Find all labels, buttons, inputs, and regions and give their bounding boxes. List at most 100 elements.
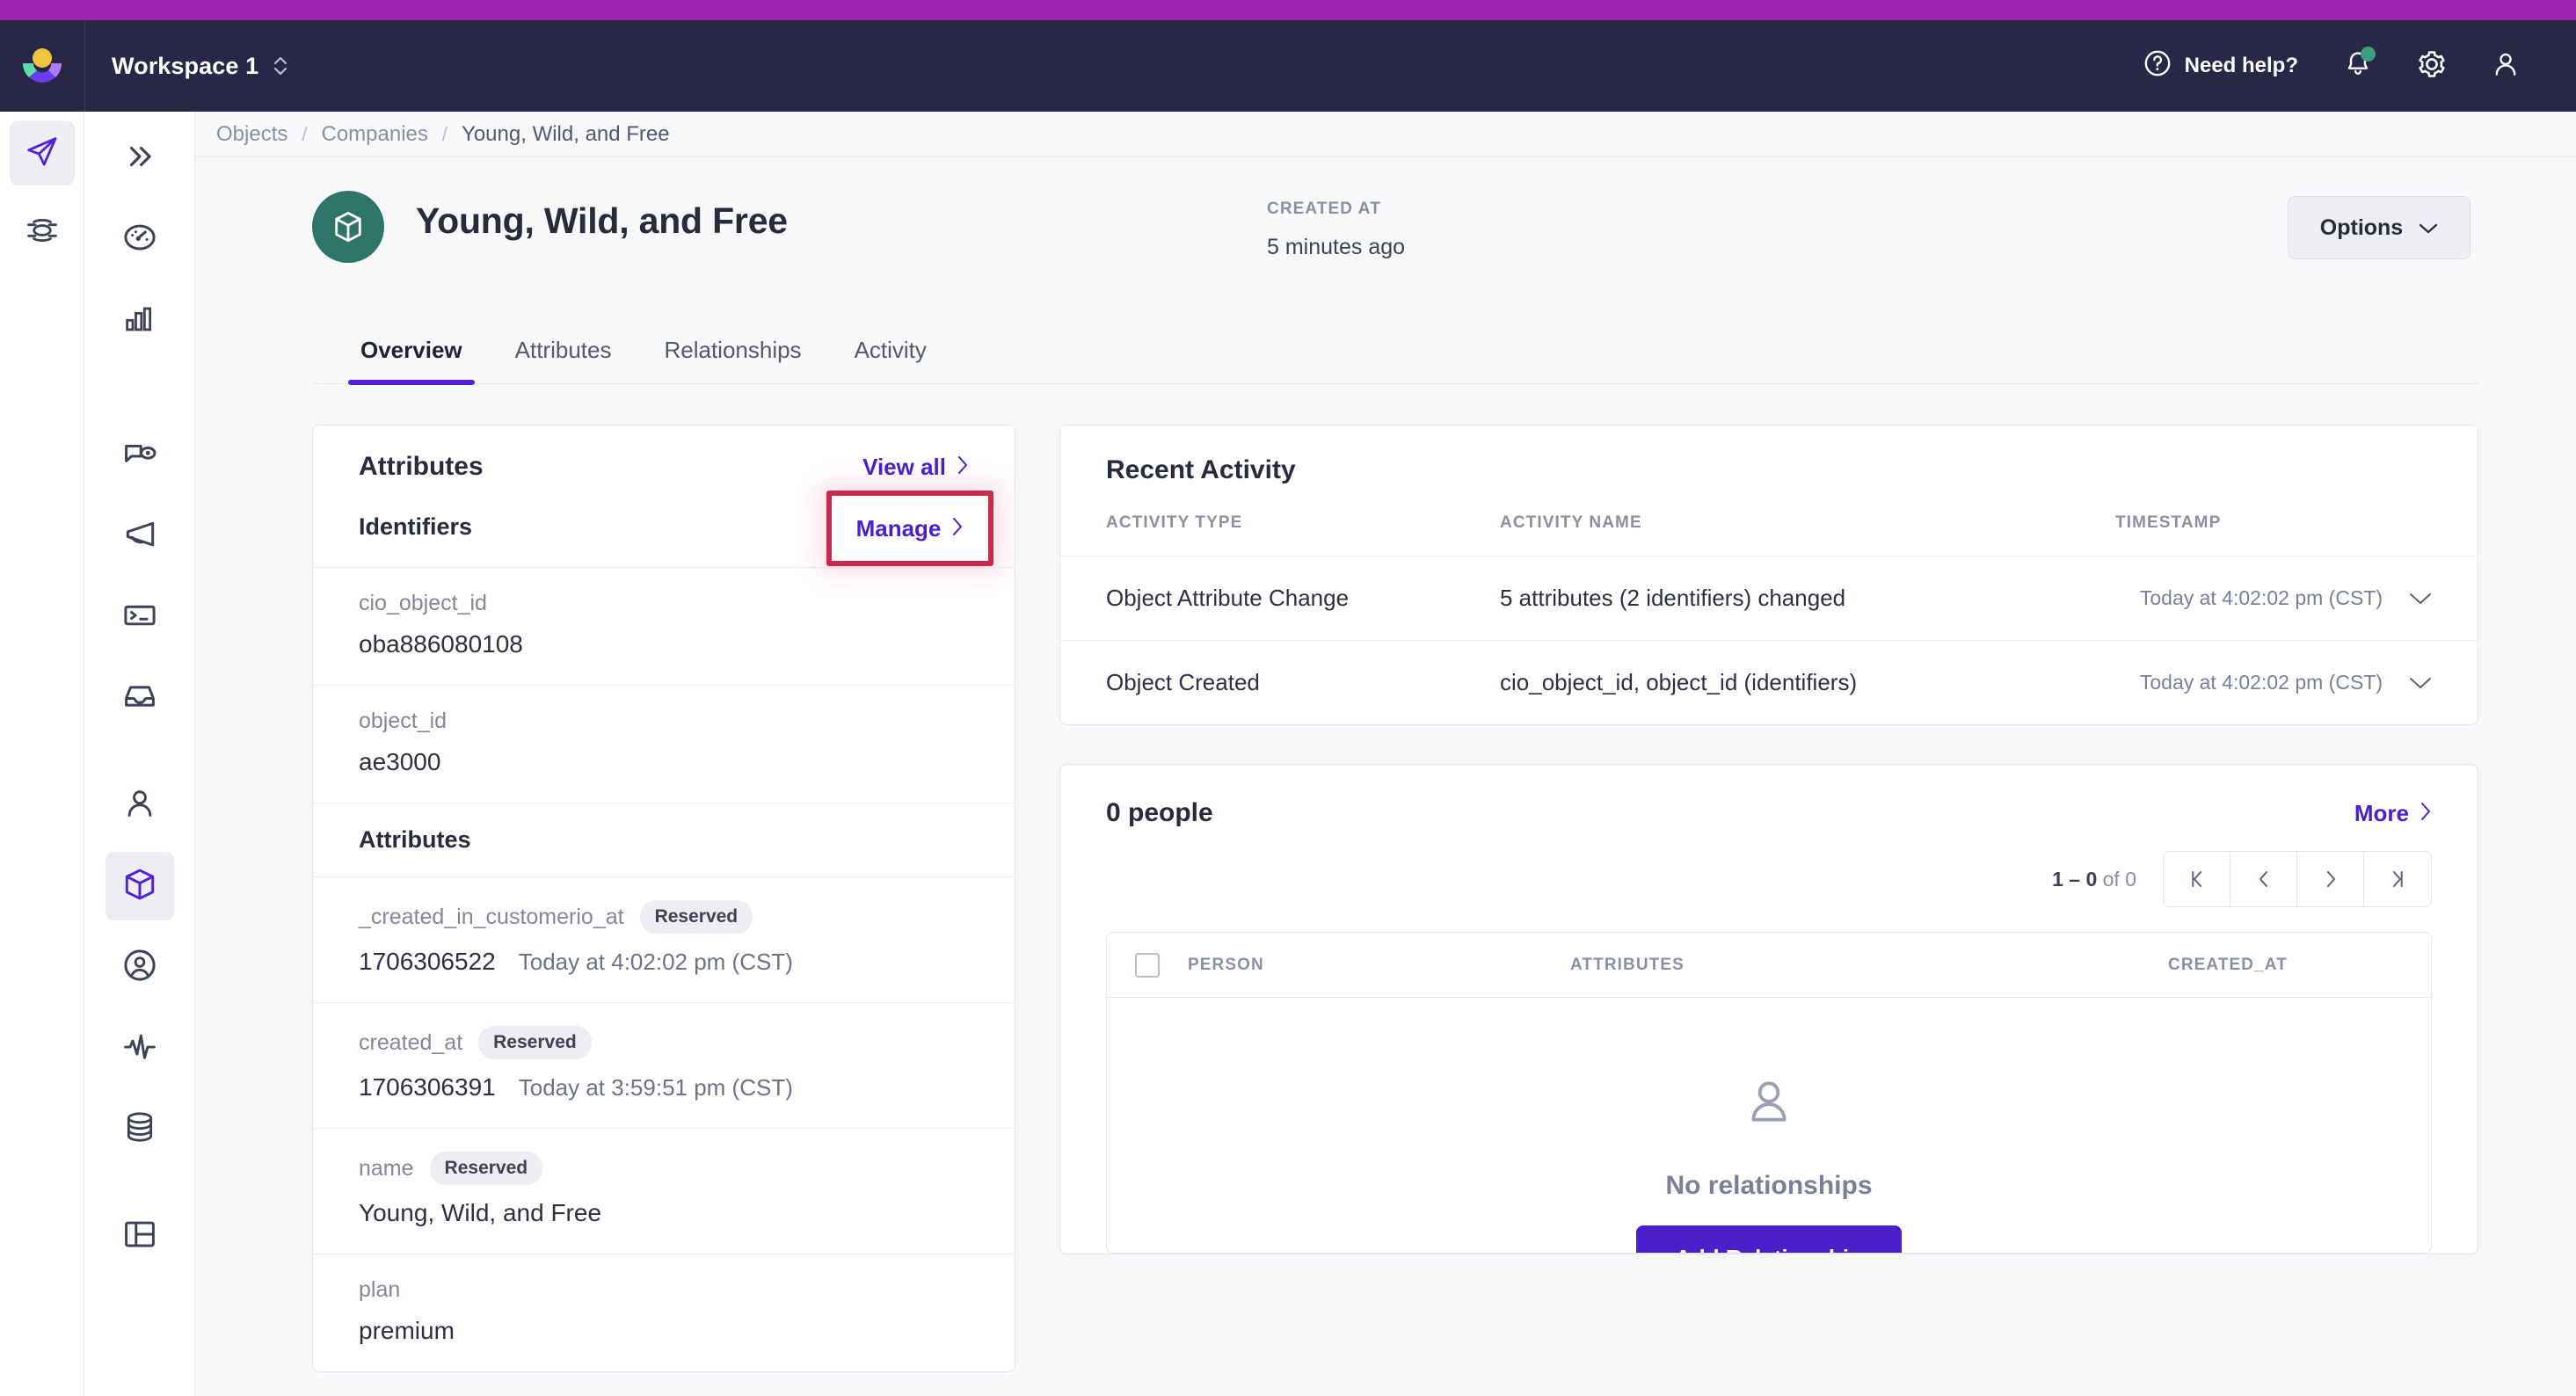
notification-badge [2361, 47, 2376, 62]
person-icon [122, 786, 157, 825]
sidebar-item-analytics[interactable] [106, 286, 174, 354]
workspace-name: Workspace 1 [112, 52, 259, 79]
breadcrumb-item-companies[interactable]: Companies [322, 122, 428, 147]
view-all-label: View all [862, 453, 946, 480]
table-row[interactable]: Object Attribute Change 5 attributes (2 … [1060, 556, 2478, 641]
identifiers-header: Identifiers Manage [313, 491, 1015, 568]
sidebar-item-broadcasts[interactable] [106, 502, 174, 571]
sidebar-item-code[interactable] [106, 583, 174, 651]
attribute-value-line: 1706306522 Today at 4:02:02 pm (CST) [359, 948, 969, 976]
sidebar-item-campaigns[interactable] [9, 120, 75, 185]
identifier-key-line: object_id [359, 709, 969, 734]
sidebar-item-dashboard[interactable] [106, 205, 174, 273]
recent-activity-table: ACTIVITY TYPE ACTIVITY NAME TIMESTAMP Ob… [1060, 513, 2478, 724]
tab-overview[interactable]: Overview [334, 337, 489, 385]
activity-name: cio_object_id, object_id (identifiers) [1500, 669, 1858, 695]
identifier-value: ae3000 [359, 748, 441, 775]
identifier-key: cio_object_id [359, 591, 487, 615]
column-person: PERSON [1188, 955, 1264, 974]
reserved-badge: Reserved [478, 1026, 592, 1059]
reserved-badge: Reserved [639, 900, 753, 934]
first-page-button[interactable] [2164, 852, 2230, 906]
created-at-block: CREATED AT 5 minutes ago [1267, 200, 1405, 260]
sidebar-item-people[interactable] [106, 771, 174, 840]
pagination-range-value: 1 – 0 [2052, 867, 2098, 891]
attribute-row[interactable]: plan premium [313, 1254, 1015, 1371]
activity-timestamp: Today at 4:02:02 pm (CST) [2139, 586, 2383, 609]
object-header: Young, Wild, and Free CREATED AT 5 minut… [196, 157, 2576, 263]
options-button[interactable]: Options [2288, 196, 2470, 259]
sidebar-expand-button[interactable] [106, 124, 174, 193]
sidebar-item-layers[interactable] [10, 200, 75, 265]
attribute-row[interactable]: created_at Reserved 1706306391 Today at … [313, 1003, 1015, 1129]
chevron-right-icon [951, 515, 964, 542]
identifier-row[interactable]: object_id ae3000 [313, 686, 1015, 803]
account-icon [2491, 49, 2521, 84]
collapse-chevrons-icon [123, 140, 156, 178]
attribute-key: created_at [359, 1029, 463, 1055]
notifications-button[interactable] [2321, 20, 2395, 112]
more-link[interactable]: More [2354, 800, 2432, 827]
table-row[interactable]: Object Created cio_object_id, object_id … [1060, 641, 2478, 725]
sidebar-item-inbox[interactable] [106, 664, 174, 732]
need-help-label: Need help? [2184, 54, 2298, 77]
tab-activity[interactable]: Activity [828, 337, 953, 383]
pagination-buttons [2163, 851, 2432, 907]
account-button[interactable] [2469, 20, 2543, 112]
need-help-button[interactable]: Need help? [2120, 20, 2321, 112]
identifier-row[interactable]: cio_object_id oba886080108 [313, 568, 1015, 686]
breadcrumb-item-objects[interactable]: Objects [216, 122, 287, 147]
top-navigation-bar: Workspace 1 Need help? [0, 20, 2576, 112]
tab-relationships[interactable]: Relationships [637, 337, 827, 383]
gear-icon [2416, 48, 2448, 84]
attribute-value: 1706306391 [359, 1073, 496, 1101]
database-icon [122, 1109, 157, 1149]
column-activity-type: ACTIVITY TYPE [1060, 513, 1500, 556]
last-page-button[interactable] [2364, 852, 2431, 906]
manage-link[interactable]: Manage [856, 515, 964, 542]
dashboard-gauge-icon [121, 219, 158, 260]
tab-attributes[interactable]: Attributes [489, 337, 638, 383]
customerio-logo[interactable] [0, 46, 84, 86]
attributes-card: Attributes View all Identifiers Manage c… [312, 425, 1015, 1372]
sidebar-item-activity[interactable] [106, 1014, 174, 1082]
empty-state: No relationships Add Relationship [1107, 998, 2431, 1253]
activity-type: Object Attribute Change [1060, 556, 1500, 641]
workspace-switcher[interactable]: Workspace 1 [85, 53, 315, 80]
chevron-right-icon [2420, 800, 2432, 827]
people-card: 0 people More 1 – 0 of 0 PERSON ATTRIBUT… [1059, 764, 2478, 1254]
column-timestamp: TIMESTAMP [2115, 513, 2478, 556]
breadcrumb-item-current: Young, Wild, and Free [462, 121, 670, 146]
sidebar-item-data[interactable] [106, 1094, 174, 1163]
add-relationship-button[interactable]: Add Relationship [1636, 1225, 1902, 1253]
chevron-down-icon [2419, 215, 2438, 241]
column-activity-name: ACTIVITY NAME [1500, 513, 2115, 556]
attribute-key: name [359, 1155, 414, 1181]
next-page-button[interactable] [2297, 852, 2364, 906]
attribute-value: Young, Wild, and Free [359, 1199, 602, 1226]
attribute-row[interactable]: _created_in_customerio_at Reserved 17063… [313, 877, 1015, 1003]
attribute-key-line: plan [359, 1277, 969, 1303]
people-card-header: 0 people More [1060, 765, 2478, 842]
sidebar-item-objects[interactable] [105, 852, 174, 920]
attribute-value-line: 1706306391 Today at 3:59:51 pm (CST) [359, 1073, 969, 1102]
page-content: Young, Wild, and Free CREATED AT 5 minut… [196, 157, 2576, 1396]
chevron-down-icon[interactable] [2409, 585, 2432, 612]
column-attributes: ATTRIBUTES [1570, 955, 1685, 974]
prev-page-button[interactable] [2230, 852, 2297, 906]
avatar [312, 191, 384, 263]
reserved-badge: Reserved [429, 1152, 543, 1185]
attribute-key-line: _created_in_customerio_at Reserved [359, 900, 969, 934]
sidebar-item-messages[interactable] [106, 421, 174, 490]
settings-button[interactable] [2395, 20, 2469, 112]
view-all-link[interactable]: View all [862, 454, 969, 481]
sidebar-item-reports[interactable] [106, 1202, 174, 1270]
attribute-row[interactable]: name Reserved Young, Wild, and Free [313, 1129, 1015, 1254]
attribute-key-line: name Reserved [359, 1152, 969, 1185]
select-all-checkbox[interactable] [1107, 952, 1188, 978]
tab-bar: Overview Attributes Relationships Activi… [312, 323, 2479, 385]
secondary-sidebar-rail [84, 112, 195, 1396]
sidebar-item-accounts[interactable] [106, 933, 174, 1001]
attribute-value-line: premium [359, 1317, 969, 1345]
chevron-down-icon[interactable] [2409, 669, 2432, 696]
